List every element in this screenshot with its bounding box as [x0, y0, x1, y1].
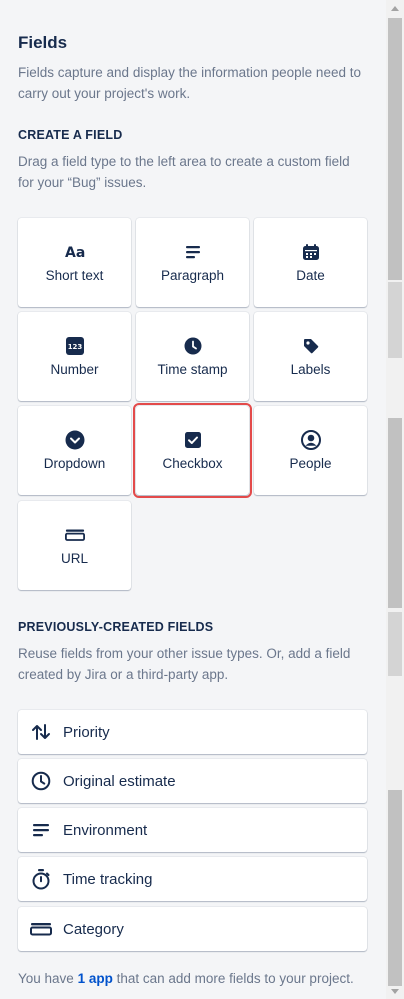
field-label: Environment: [63, 821, 148, 839]
scrollbar-segment[interactable]: [388, 282, 402, 358]
field-type-url[interactable]: URL: [18, 501, 131, 590]
field-label: Category: [63, 920, 124, 938]
tile-label: Time stamp: [157, 362, 228, 377]
field-type-time-stamp[interactable]: Time stamp: [136, 312, 249, 401]
field-environment[interactable]: Environment: [18, 808, 367, 852]
scrollbar-thumb[interactable]: [388, 18, 402, 280]
footer-suffix: that can add more fields to your project…: [112, 971, 354, 986]
field-type-paragraph[interactable]: Paragraph: [136, 218, 249, 307]
field-type-labels[interactable]: Labels: [254, 312, 367, 401]
field-priority[interactable]: Priority: [18, 710, 367, 754]
field-category[interactable]: Category: [18, 907, 367, 951]
field-label: Priority: [63, 723, 110, 741]
number-icon: 123: [65, 336, 85, 356]
previous-fields-description: Reuse fields from your other issue types…: [18, 646, 351, 682]
panel-description: Fields capture and display the informati…: [18, 65, 361, 101]
create-field-heading: CREATE A FIELD: [18, 128, 123, 142]
lines-icon: [30, 819, 52, 841]
field-time-tracking[interactable]: Time tracking: [18, 857, 367, 901]
tile-label: Number: [50, 362, 99, 377]
priority-arrows-icon: [30, 721, 52, 743]
field-type-date[interactable]: Date: [254, 218, 367, 307]
previous-fields-heading: PREVIOUSLY-CREATED FIELDS: [18, 620, 214, 634]
vertical-scrollbar[interactable]: [386, 0, 404, 999]
stopwatch-icon: [30, 868, 52, 890]
tile-label: URL: [60, 551, 88, 566]
clock-icon: [183, 336, 203, 356]
tile-label: Labels: [290, 362, 331, 377]
scrollbar-segment[interactable]: [388, 612, 402, 676]
apps-link[interactable]: 1 app: [78, 971, 113, 986]
scrollbar-segment[interactable]: [388, 418, 402, 608]
field-type-number[interactable]: 123 Number: [18, 312, 131, 401]
tag-icon: [301, 336, 321, 356]
field-label: Time tracking: [63, 870, 153, 888]
apps-footer: You have 1 app that can add more fields …: [18, 971, 354, 986]
scroll-up-arrow[interactable]: [391, 6, 399, 11]
clock-outline-icon: [30, 770, 52, 792]
person-icon: [300, 430, 321, 450]
create-field-description: Drag a field type to the left area to cr…: [18, 154, 350, 190]
link-field-icon: [64, 525, 85, 545]
field-original-estimate[interactable]: Original estimate: [18, 759, 367, 803]
field-label: Original estimate: [63, 772, 176, 790]
category-icon: [30, 918, 52, 940]
short-text-icon: Aa: [65, 242, 85, 262]
field-type-people[interactable]: People: [254, 406, 367, 495]
fields-panel: Fields Fields capture and display the in…: [0, 0, 384, 999]
chevron-circle-icon: [65, 430, 85, 450]
tile-label: People: [289, 456, 332, 471]
tile-label: Date: [296, 268, 325, 283]
svg-text:Aa: Aa: [65, 245, 85, 260]
svg-text:123: 123: [67, 343, 82, 351]
tile-label: Checkbox: [162, 456, 223, 471]
footer-prefix: You have: [18, 971, 78, 986]
scroll-down-arrow[interactable]: [391, 989, 399, 994]
panel-title: Fields: [18, 33, 68, 52]
checkbox-icon: [183, 430, 203, 450]
tile-label: Short text: [45, 268, 104, 283]
scrollbar-segment[interactable]: [388, 790, 402, 986]
field-type-dropdown[interactable]: Dropdown: [18, 406, 131, 495]
field-type-checkbox[interactable]: Checkbox: [133, 403, 252, 498]
tile-label: Paragraph: [160, 268, 225, 283]
tile-label: Dropdown: [43, 456, 106, 471]
calendar-icon: [301, 242, 321, 262]
paragraph-icon: [183, 242, 203, 262]
field-type-short-text[interactable]: Aa Short text: [18, 218, 131, 307]
